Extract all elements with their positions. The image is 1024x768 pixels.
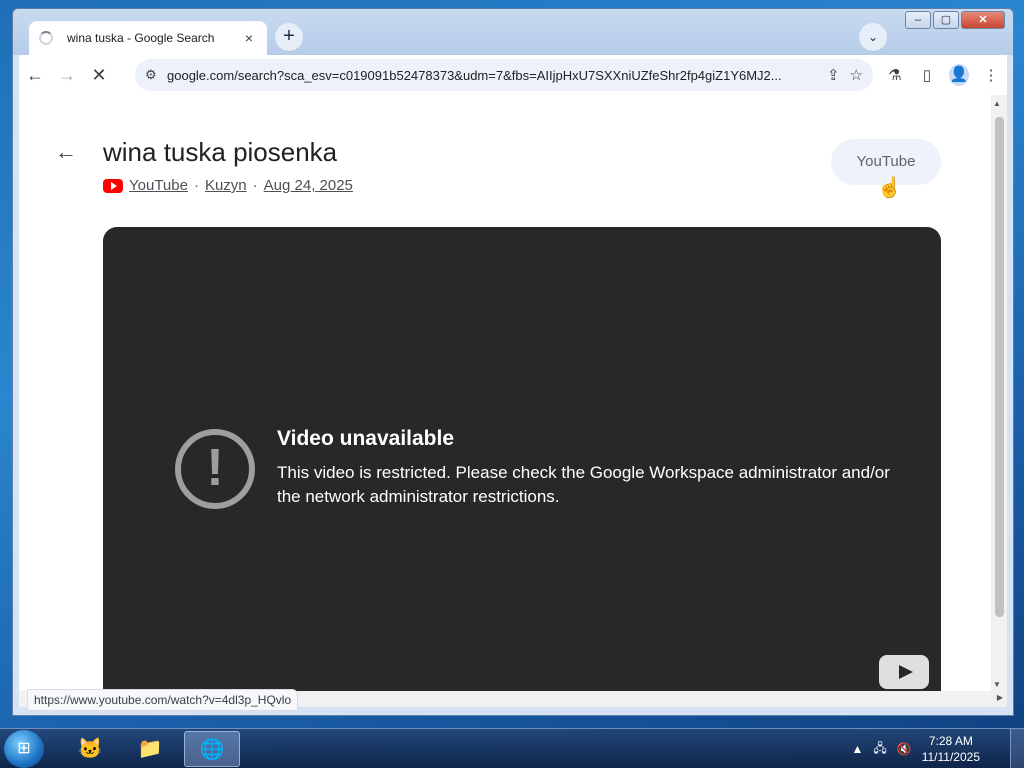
video-unavailable-title: Video unavailable: [277, 427, 455, 450]
volume-muted-icon[interactable]: 🔇: [897, 742, 912, 756]
side-panel-icon[interactable]: ▯: [917, 66, 937, 84]
clock-time: 7:28 AM: [928, 734, 973, 748]
url-text[interactable]: google.com/search?sca_esv=c019091b524783…: [167, 68, 827, 83]
tab-search-button[interactable]: ⌄: [859, 23, 887, 51]
page-content: ← wina tuska piosenka YouTube · Kuzyn · …: [19, 95, 1007, 691]
back-arrow-icon[interactable]: ←: [19, 59, 51, 91]
warning-circle-icon: !: [175, 429, 255, 509]
profile-avatar-icon[interactable]: 👤: [949, 64, 969, 86]
bookmark-star-icon[interactable]: ☆: [850, 66, 863, 84]
meta-separator: ·: [252, 177, 258, 194]
clock[interactable]: 7:28 AM 11/11/2025: [922, 733, 980, 765]
stop-loading-icon[interactable]: ✕: [83, 59, 115, 91]
share-icon[interactable]: ⇪: [827, 66, 840, 84]
youtube-play-icon[interactable]: [879, 655, 929, 689]
channel-link[interactable]: Kuzyn: [205, 177, 247, 194]
results-back-arrow-icon[interactable]: ←: [55, 139, 77, 165]
close-window-button[interactable]: ✕: [961, 11, 1005, 29]
scroll-up-icon[interactable]: ▲: [993, 99, 1001, 108]
video-unavailable-message: This video is restricted. Please check t…: [277, 463, 890, 506]
show-desktop-button[interactable]: [1010, 729, 1024, 768]
network-icon[interactable]: 🖧: [873, 739, 886, 760]
date-link[interactable]: Aug 24, 2025: [264, 177, 353, 194]
tab-title: wina tuska - Google Search: [67, 31, 215, 45]
toolbar-right: ⚗ ▯ 👤 ⋮: [885, 59, 1001, 91]
omnibox-actions: ⇪ ☆: [827, 66, 863, 84]
vertical-scrollbar[interactable]: ▲ ▼: [991, 95, 1007, 691]
start-button[interactable]: ⊞: [4, 730, 44, 768]
forward-arrow-icon[interactable]: →: [51, 59, 83, 91]
youtube-logo-icon: [103, 178, 123, 193]
taskbar-app-cat-icon[interactable]: 🐱: [62, 731, 118, 767]
taskbar: ⊞ 🐱 📁 🌐 ▲ 🖧 🔇 7:28 AM 11/11/2025: [0, 728, 1024, 768]
minimize-button[interactable]: –: [905, 11, 931, 29]
tab-google-search[interactable]: wina tuska - Google Search ×: [29, 21, 267, 55]
video-title: wina tuska piosenka: [103, 137, 338, 167]
scroll-down-icon[interactable]: ▼: [993, 680, 1001, 689]
taskbar-folder-icon[interactable]: 📁: [122, 731, 178, 767]
scroll-right-icon[interactable]: ▶: [997, 693, 1003, 702]
window-controls: – ▢ ✕: [905, 11, 1005, 29]
source-link[interactable]: YouTube: [129, 177, 188, 194]
menu-kebab-icon[interactable]: ⋮: [981, 66, 1001, 84]
hand-cursor-icon: ☝: [877, 177, 902, 199]
video-player[interactable]: ! Video unavailable This video is restri…: [103, 227, 941, 691]
browser-window: wina tuska - Google Search × + ⌄ – ▢ ✕ ←…: [12, 8, 1014, 716]
site-info-icon[interactable]: ⚙: [145, 67, 167, 83]
status-bar-url: https://www.youtube.com/watch?v=4dl3p_HQ…: [27, 689, 299, 711]
new-tab-button[interactable]: +: [275, 23, 303, 51]
tab-close-icon[interactable]: ×: [241, 30, 257, 46]
clock-date: 11/11/2025: [921, 750, 980, 764]
tab-strip: wina tuska - Google Search × + ⌄ – ▢ ✕: [13, 9, 1013, 55]
labs-icon[interactable]: ⚗: [885, 66, 905, 84]
meta-separator: ·: [193, 177, 199, 194]
video-meta: YouTube · Kuzyn · Aug 24, 2025: [103, 177, 353, 194]
taskbar-browser-icon[interactable]: 🌐: [184, 731, 240, 767]
scroll-thumb[interactable]: [995, 117, 1004, 617]
system-tray: ▲ 🖧 🔇 7:28 AM 11/11/2025: [851, 729, 980, 768]
tray-expand-icon[interactable]: ▲: [851, 742, 863, 756]
maximize-button[interactable]: ▢: [933, 11, 959, 29]
browser-toolbar: ← → ✕ ⚙ google.com/search?sca_esv=c01909…: [19, 55, 1007, 95]
loading-spinner-icon: [39, 31, 53, 45]
address-bar[interactable]: ⚙ google.com/search?sca_esv=c019091b5247…: [135, 59, 873, 91]
